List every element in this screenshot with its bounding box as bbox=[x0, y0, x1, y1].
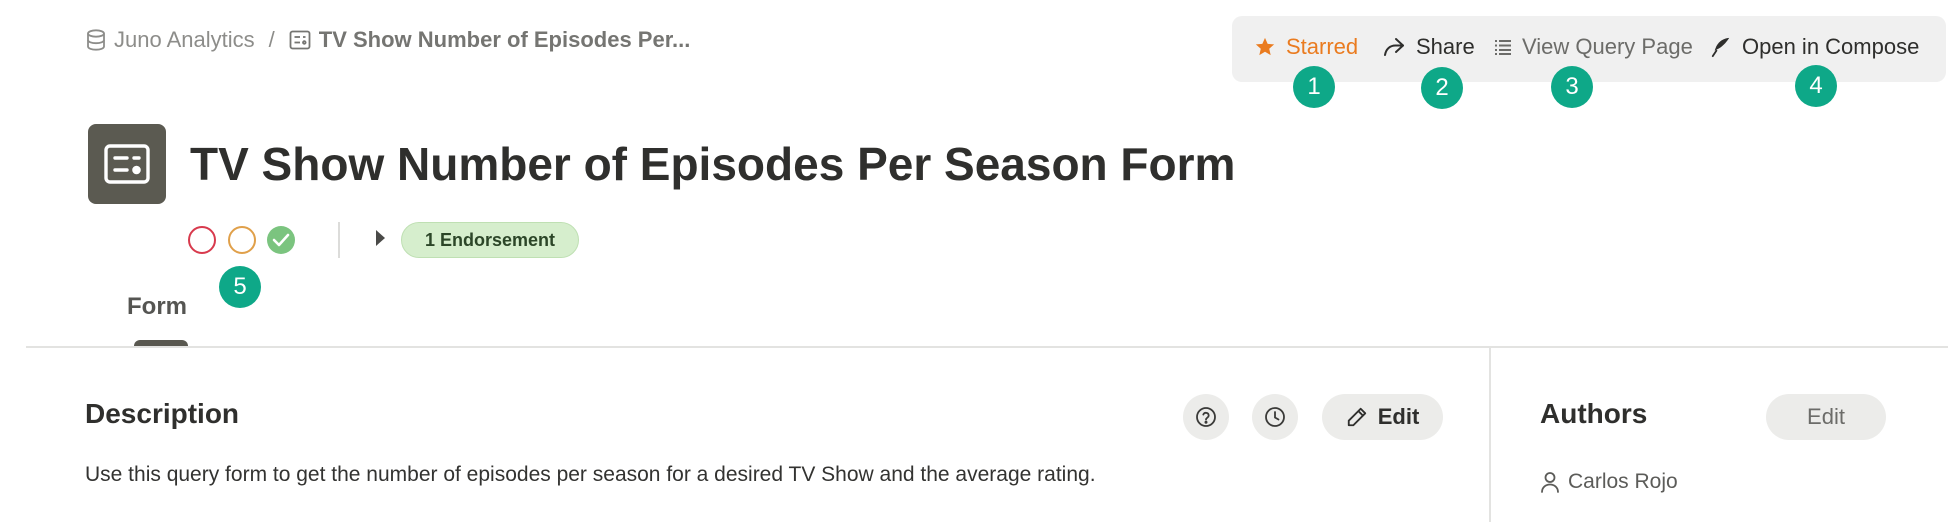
author-item[interactable]: Carlos Rojo bbox=[1540, 470, 1678, 494]
pencil-icon bbox=[1346, 406, 1368, 428]
share-label: Share bbox=[1416, 34, 1475, 59]
clock-icon bbox=[1264, 406, 1286, 428]
history-button[interactable] bbox=[1252, 394, 1298, 440]
check-icon bbox=[272, 233, 290, 247]
open-in-compose-label: Open in Compose bbox=[1742, 34, 1920, 59]
feather-icon bbox=[1710, 36, 1732, 58]
share-button[interactable]: Share bbox=[1382, 30, 1475, 64]
status-green-indicator[interactable] bbox=[267, 226, 295, 254]
breadcrumb: Juno Analytics / TV Show Number of Episo… bbox=[86, 26, 690, 54]
database-icon bbox=[86, 29, 106, 51]
breadcrumb-separator: / bbox=[268, 27, 275, 52]
authors-edit-button[interactable]: Edit bbox=[1766, 394, 1886, 440]
share-icon bbox=[1382, 36, 1406, 58]
page-icon bbox=[88, 124, 166, 204]
tab-form[interactable]: Form bbox=[127, 293, 187, 321]
form-icon bbox=[103, 143, 151, 185]
breadcrumb-workspace[interactable]: Juno Analytics bbox=[86, 27, 255, 53]
form-icon bbox=[289, 30, 311, 50]
disclosure-triangle-icon[interactable] bbox=[376, 230, 385, 246]
status-divider bbox=[338, 222, 340, 258]
annotation-badge: 3 bbox=[1551, 66, 1593, 108]
star-icon bbox=[1254, 36, 1276, 58]
starred-label: Starred bbox=[1286, 34, 1359, 59]
help-button[interactable] bbox=[1183, 394, 1229, 440]
description-text: Use this query form to get the number of… bbox=[85, 463, 1096, 486]
question-icon bbox=[1195, 406, 1217, 428]
description-edit-label: Edit bbox=[1377, 404, 1420, 429]
view-query-page-button[interactable]: View Query Page bbox=[1494, 30, 1693, 64]
authors-heading: Authors bbox=[1540, 398, 1648, 429]
status-red-indicator[interactable] bbox=[188, 226, 216, 254]
annotation-badge: 2 bbox=[1421, 67, 1463, 109]
annotation-badge: 5 bbox=[219, 266, 261, 308]
user-icon bbox=[1540, 471, 1560, 493]
endorsement-badge[interactable]: 1 Endorsement bbox=[401, 222, 579, 258]
sidebar-divider bbox=[1489, 348, 1491, 522]
page-title: TV Show Number of Episodes Per Season Fo… bbox=[190, 138, 1236, 190]
breadcrumb-workspace-label: Juno Analytics bbox=[114, 27, 255, 52]
breadcrumb-current[interactable]: TV Show Number of Episodes Per... bbox=[289, 27, 691, 53]
annotation-badge: 1 bbox=[1293, 66, 1335, 108]
divider bbox=[26, 346, 1948, 348]
description-heading: Description bbox=[85, 398, 240, 429]
annotation-badge: 4 bbox=[1795, 65, 1837, 107]
list-icon bbox=[1494, 38, 1512, 56]
author-name: Carlos Rojo bbox=[1568, 470, 1678, 493]
breadcrumb-current-label: TV Show Number of Episodes Per... bbox=[318, 27, 691, 52]
status-orange-indicator[interactable] bbox=[228, 226, 256, 254]
starred-button[interactable]: Starred bbox=[1254, 30, 1358, 64]
open-in-compose-button[interactable]: Open in Compose bbox=[1710, 30, 1919, 64]
view-query-page-label: View Query Page bbox=[1522, 34, 1693, 59]
description-edit-button[interactable]: Edit bbox=[1322, 394, 1443, 440]
